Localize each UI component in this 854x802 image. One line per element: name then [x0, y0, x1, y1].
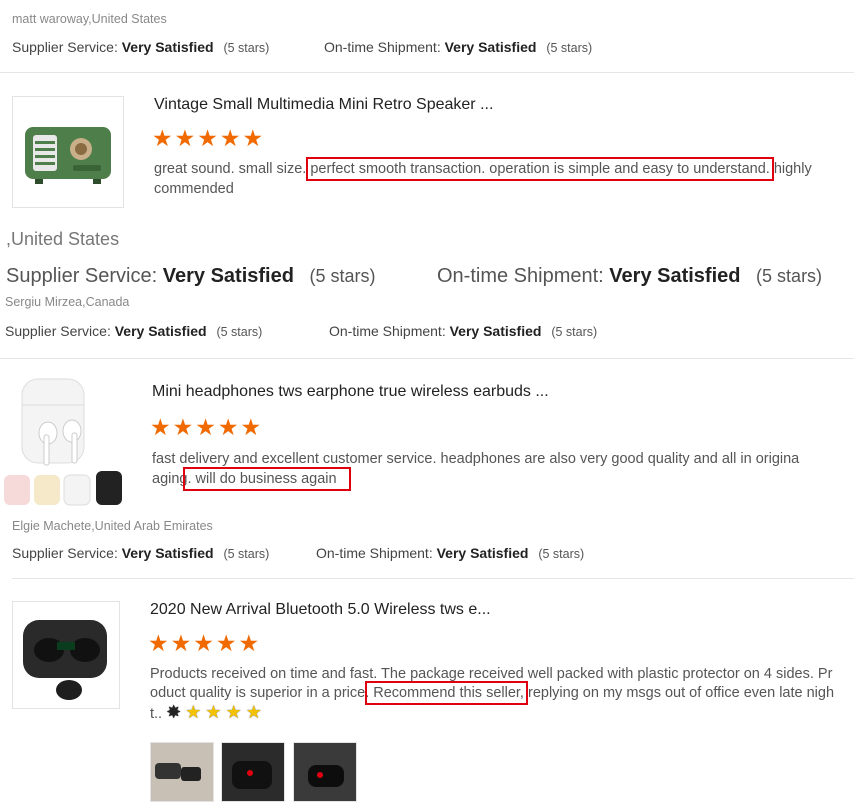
star-icon: ★ [152, 125, 173, 151]
shipment-stars: (5 stars) [546, 41, 593, 55]
supplier-service-stars: (5 stars) [223, 41, 270, 55]
divider [0, 72, 854, 73]
supplier-service-stars: (5 stars) [309, 266, 376, 286]
earbuds-image [4, 378, 122, 506]
star-icon: ★ [242, 125, 264, 151]
supplier-service-stars: (5 stars) [216, 325, 263, 339]
supplier-service-label: Supplier Service: [12, 39, 118, 55]
star-icon: ★ [193, 630, 214, 656]
star-icon: ★ [197, 125, 218, 151]
review-photo[interactable] [150, 742, 214, 802]
rating-stars: ★ ★ ★ ★ ★ [150, 416, 261, 439]
shipment-stars: (5 stars) [551, 325, 598, 339]
rating-stars: ★ ★ ★ ★ ★ [152, 127, 263, 150]
star-icon: ★ [215, 630, 237, 656]
review-photo-image [151, 743, 213, 801]
star-emoji-icon: ★ [185, 702, 202, 722]
product-thumbnail-earbuds[interactable] [2, 375, 126, 509]
shipment-value: Very Satisfied [449, 323, 542, 339]
review-comment-line2: aging. will do business again [152, 467, 351, 491]
shipment-label: On-time Shipment: [437, 265, 604, 287]
highlighted-comment: . will do business again [183, 467, 351, 491]
shipment-value: Very Satisfied [436, 545, 529, 561]
comment-text-line1: Products received on time and fast. The … [150, 666, 833, 682]
comment-text: replying on my msgs out of office even l… [523, 685, 835, 701]
rating-stars: ★ ★ ★ ★ ★ [148, 632, 259, 655]
star-emoji-icon: ★ [245, 702, 262, 722]
star-icon: ★ [238, 630, 260, 656]
star-icon: ★ [174, 125, 196, 151]
supplier-service-stars: (5 stars) [223, 547, 270, 561]
star-icon: ★ [195, 414, 216, 440]
review-comment: great sound. small size. perfect smooth … [154, 157, 812, 181]
shipment-rating: On-time Shipment: Very Satisfied (5 star… [329, 323, 597, 339]
shipment-rating: On-time Shipment: Very Satisfied (5 star… [316, 545, 584, 561]
supplier-service-value: Very Satisfied [162, 265, 294, 287]
supplier-service-label: Supplier Service: [6, 265, 158, 287]
review-photo[interactable] [293, 742, 357, 802]
star-icon: ★ [150, 414, 171, 440]
review-comment-line3: t.. ✸ ★ ★ ★ ★ [150, 702, 262, 724]
review-photo-image [222, 743, 284, 801]
divider [12, 578, 854, 579]
reviewer-location-zoom: ,United States [6, 229, 120, 249]
star-icon: ★ [148, 630, 169, 656]
reviewer-name: Elgie Machete,United Arab Emirates [12, 519, 213, 533]
comment-text: t.. [150, 706, 163, 722]
product-thumbnail-speaker[interactable] [12, 96, 124, 208]
review-comment-line2: oduct quality is superior in a price. Re… [150, 681, 835, 705]
star-icon: ★ [217, 414, 239, 440]
supplier-service-rating: Supplier Service: Very Satisfied (5 star… [12, 545, 269, 561]
shipment-label: On-time Shipment: [324, 39, 441, 55]
comment-text: highly [769, 161, 812, 177]
comment-text: oduct quality is superior in a price. [150, 685, 370, 701]
shipment-label: On-time Shipment: [329, 323, 446, 339]
product-thumbnail-tws[interactable] [12, 601, 120, 709]
star-icon: ★ [240, 414, 262, 440]
star-icon: ★ [170, 630, 192, 656]
comment-text-line1: fast delivery and excellent customer ser… [152, 451, 800, 467]
tws-earbuds-image [23, 620, 107, 700]
review-photo-image [294, 743, 356, 801]
reviewer-name: Sergiu Mirzea,Canada [5, 295, 130, 309]
shipment-stars: (5 stars) [538, 547, 585, 561]
supplier-service-rating: Supplier Service: Very Satisfied (5 star… [12, 39, 269, 55]
product-title[interactable]: 2020 New Arrival Bluetooth 5.0 Wireless … [150, 601, 491, 619]
star-icon: ★ [172, 414, 194, 440]
divider [0, 358, 854, 359]
comment-text-line2: commended [154, 181, 234, 197]
star-emoji-icon: ★ [225, 702, 242, 722]
shipment-stars: (5 stars) [756, 266, 823, 286]
supplier-service-rating-zoom: Supplier Service: Very Satisfied (5 star… [6, 265, 376, 288]
review-photo[interactable] [221, 742, 285, 802]
product-title[interactable]: Vintage Small Multimedia Mini Retro Spea… [154, 96, 493, 114]
shipment-rating: On-time Shipment: Very Satisfied (5 star… [324, 39, 592, 55]
shipment-value: Very Satisfied [444, 39, 537, 55]
supplier-service-label: Supplier Service: [12, 545, 118, 561]
star-icon: ★ [219, 125, 241, 151]
supplier-service-value: Very Satisfied [114, 323, 207, 339]
shipment-value: Very Satisfied [609, 265, 741, 287]
sparkle-emoji-icon: ✸ [166, 702, 182, 722]
retro-speaker-image [25, 127, 111, 184]
star-emoji-icon: ★ [205, 702, 222, 722]
shipment-rating-zoom: On-time Shipment: Very Satisfied (5 star… [437, 265, 822, 288]
shipment-label: On-time Shipment: [316, 545, 433, 561]
supplier-service-label: Supplier Service: [5, 323, 111, 339]
supplier-service-value: Very Satisfied [121, 545, 214, 561]
highlighted-comment: perfect smooth transaction. operation is… [306, 157, 774, 181]
product-title[interactable]: Mini headphones tws earphone true wirele… [152, 383, 549, 401]
comment-text: aging [152, 471, 188, 487]
supplier-service-rating: Supplier Service: Very Satisfied (5 star… [5, 323, 262, 339]
comment-text: great sound. small size. [154, 161, 311, 177]
supplier-service-value: Very Satisfied [121, 39, 214, 55]
reviewer-name: matt waroway,United States [12, 12, 167, 26]
highlighted-comment: Recommend this seller, [365, 681, 528, 705]
